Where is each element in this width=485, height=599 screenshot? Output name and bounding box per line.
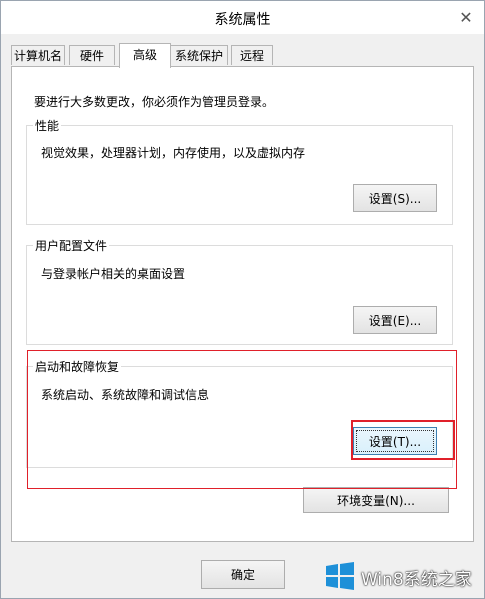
performance-desc: 视觉效果，处理器计划，内存使用，以及虚拟内存 bbox=[41, 146, 306, 160]
performance-group: 性能 视觉效果，处理器计划，内存使用，以及虚拟内存 设置(S)... bbox=[26, 117, 453, 225]
watermark-text: Win8系统之家 bbox=[361, 570, 472, 590]
windows-logo-icon bbox=[326, 562, 354, 590]
tab-system-protection[interactable]: 系统保护 bbox=[170, 45, 228, 65]
ok-button[interactable]: 确定 bbox=[201, 560, 285, 589]
close-icon[interactable]: ✕ bbox=[456, 7, 476, 27]
tab-remote[interactable]: 远程 bbox=[231, 45, 273, 65]
user-profiles-settings-button[interactable]: 设置(E)... bbox=[353, 306, 437, 334]
window-title: 系统属性 bbox=[214, 12, 271, 28]
performance-title: 性能 bbox=[33, 117, 62, 134]
environment-variables-button[interactable]: 环境变量(N)... bbox=[303, 487, 449, 513]
user-profiles-group: 用户配置文件 与登录帐户相关的桌面设置 设置(E)... bbox=[26, 237, 453, 345]
system-properties-dialog: 系统属性 ✕ 计算机名 硬件 高级 系统保护 远程 要进行大多数更改，你必须作为… bbox=[0, 0, 485, 599]
highlight-settings-button bbox=[351, 420, 455, 460]
tab-advanced[interactable]: 高级 bbox=[119, 43, 171, 68]
admin-notice: 要进行大多数更改，你必须作为管理员登录。 bbox=[34, 95, 275, 109]
performance-settings-button[interactable]: 设置(S)... bbox=[353, 184, 437, 212]
tab-computer-name[interactable]: 计算机名 bbox=[11, 45, 65, 65]
tab-hardware[interactable]: 硬件 bbox=[69, 45, 115, 65]
user-profiles-desc: 与登录帐户相关的桌面设置 bbox=[41, 267, 186, 281]
user-profiles-title: 用户配置文件 bbox=[33, 237, 110, 254]
title-bar[interactable]: 系统属性 ✕ bbox=[1, 1, 484, 34]
